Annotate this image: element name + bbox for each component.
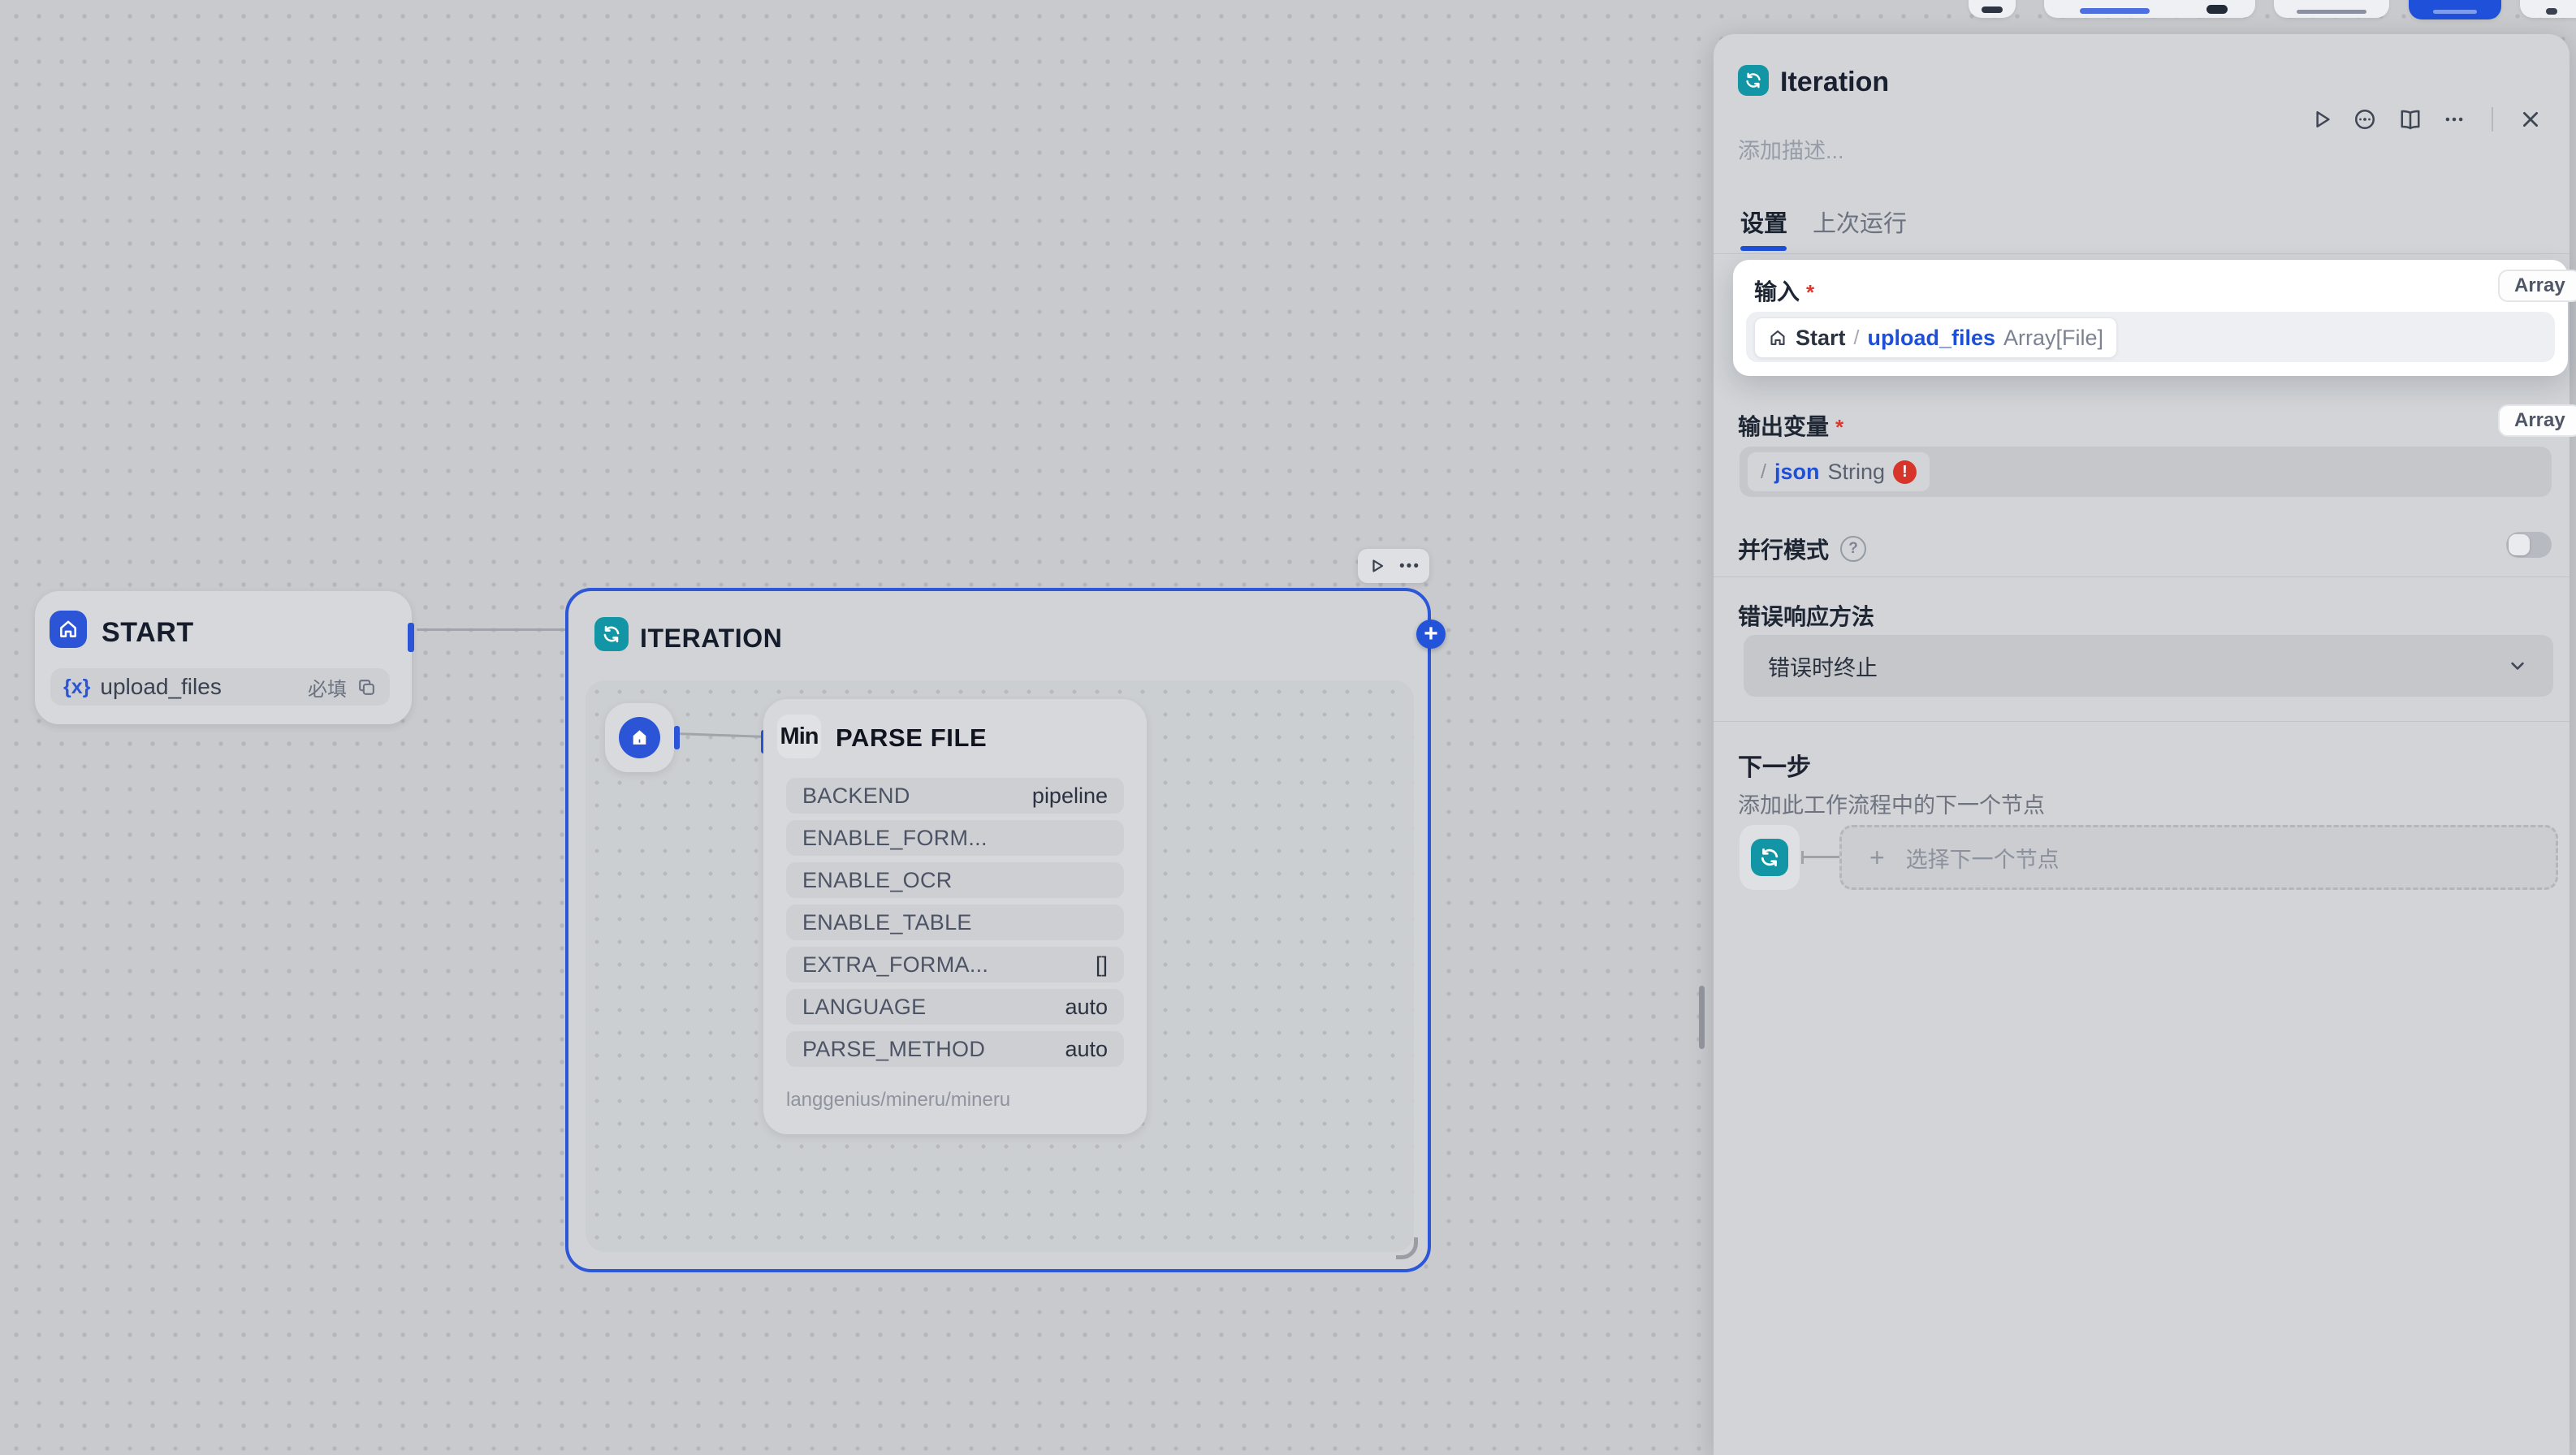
help-icon[interactable]: ?: [1840, 536, 1866, 562]
section-divider: [1714, 576, 2570, 577]
output-variable-chip[interactable]: / json String !: [1748, 452, 1930, 491]
canvas-scrollbar[interactable]: [1699, 986, 1705, 1049]
iteration-start-node[interactable]: [605, 703, 674, 772]
iteration-icon: [594, 617, 629, 651]
parse-file-row: ENABLE_TABLE: [786, 905, 1124, 940]
parse-file-row: PARSE_METHODauto: [786, 1031, 1124, 1067]
variable-name: json: [1774, 460, 1820, 485]
tab-settings[interactable]: 设置: [1740, 205, 1787, 239]
iteration-icon: [1738, 65, 1769, 96]
header-divider: [2492, 107, 2493, 132]
input-section-card: 输入* Array Start / upload_files Array[Fil…: [1733, 260, 2568, 376]
input-type-badge: Array: [2498, 270, 2576, 302]
iteration-resize-handle[interactable]: [1396, 1237, 1418, 1259]
input-variable-field[interactable]: Start / upload_files Array[File]: [1746, 312, 2555, 362]
toolbar-button-primary[interactable]: [2409, 0, 2501, 19]
toolbar-button-3-text: [2297, 10, 2366, 14]
error-method-selected: 错误时终止: [1768, 650, 1878, 682]
parallel-mode-toggle[interactable]: [2506, 532, 2552, 558]
next-step-label: 下一步: [1738, 747, 1811, 783]
toolbar-button-4[interactable]: [2520, 0, 2576, 18]
next-step-source-node: [1740, 825, 1800, 890]
tab-last-run[interactable]: 上次运行: [1813, 205, 1907, 239]
variable-prefix: /: [1761, 460, 1766, 484]
docs-icon[interactable]: [2396, 105, 2425, 134]
required-asterisk: *: [1835, 415, 1843, 439]
start-node-output-handle[interactable]: [408, 623, 414, 652]
iteration-start-output-handle[interactable]: [674, 726, 680, 749]
select-next-node-placeholder: 选择下一个节点: [1906, 842, 2060, 874]
focus-node-icon[interactable]: [2350, 105, 2379, 134]
toolbar-button-2-icon: [2206, 5, 2228, 14]
iteration-add-node-button[interactable]: +: [1416, 620, 1446, 649]
home-icon: [50, 611, 87, 648]
chevron-down-icon: [2506, 654, 2529, 677]
workflow-canvas[interactable]: START {x} upload_files 必填 ••• ITERATION …: [0, 0, 2576, 1455]
node-config-panel: Iteration 添加描述... 设置 上次运行 输入* Array: [1714, 34, 2570, 1455]
active-tab-underline: [1740, 246, 1787, 251]
parse-file-row: EXTRA_FORMA...[]: [786, 947, 1124, 982]
tabs-divider: [1714, 253, 2570, 254]
close-panel-icon[interactable]: [2516, 105, 2545, 134]
toolbar-button-4-icon: [2546, 8, 2557, 15]
more-icon[interactable]: •••: [1399, 559, 1420, 574]
error-method-label: 错误响应方法: [1738, 599, 1874, 632]
toolbar-button-2-text: [2080, 8, 2150, 14]
parse-file-node[interactable]: Min PARSE FILE BACKENDpipeline ENABLE_FO…: [763, 699, 1147, 1134]
error-icon: !: [1893, 460, 1917, 484]
toggle-knob: [2509, 534, 2530, 555]
error-method-dropdown[interactable]: 错误时终止: [1744, 635, 2553, 697]
select-next-node-button[interactable]: + 选择下一个节点: [1839, 825, 2558, 890]
variable-name: upload_files: [1867, 326, 1995, 351]
input-label: 输入*: [1754, 274, 1814, 307]
variable-x-icon: {x}: [63, 676, 90, 699]
variable-type: Array[File]: [2003, 326, 2103, 351]
next-step-description: 添加此工作流程中的下一个节点: [1738, 788, 2045, 819]
output-variable-field[interactable]: / json String !: [1740, 447, 2552, 497]
variable-node-name: Start: [1796, 326, 1846, 351]
description-input[interactable]: 添加描述...: [1738, 133, 1844, 165]
start-node-variable-row[interactable]: {x} upload_files 必填: [50, 668, 390, 706]
toolbar-button-2[interactable]: [2044, 0, 2255, 18]
required-asterisk: *: [1806, 280, 1814, 304]
next-step-connector: [1803, 856, 1839, 858]
parse-file-plugin-id: langgenius/mineru/mineru: [786, 1089, 1010, 1112]
toolbar-button-primary-text: [2433, 10, 2477, 14]
output-type-badge: Array: [2498, 404, 2576, 437]
mineru-logo: Min: [777, 715, 821, 758]
variable-separator: /: [1854, 326, 1860, 350]
parse-file-node-title: PARSE FILE: [836, 723, 987, 753]
toolbar-button-1[interactable]: [1969, 0, 2016, 18]
play-icon[interactable]: [1367, 556, 1386, 576]
toolbar-button-1-icon: [1982, 6, 2003, 13]
run-node-button[interactable]: [2306, 105, 2336, 134]
start-node[interactable]: START {x} upload_files 必填: [35, 591, 412, 724]
variable-type: String: [1827, 460, 1885, 485]
parallel-mode-label: 并行模式 ?: [1738, 533, 1866, 565]
home-icon: [1768, 328, 1787, 348]
start-node-title: START: [102, 617, 194, 649]
start-variable-name: upload_files: [100, 674, 221, 700]
iteration-start-home-icon: [619, 717, 660, 758]
parse-file-row: ENABLE_FORM...: [786, 820, 1124, 856]
output-label: 输出变量*: [1738, 409, 1843, 442]
iteration-icon: [1751, 839, 1788, 876]
edge-iterstart-to-parsefile: [680, 732, 762, 738]
panel-title: Iteration: [1780, 67, 1889, 98]
iteration-node[interactable]: ITERATION + Min PARSE FILE BACKENDpipeli…: [565, 588, 1431, 1272]
iteration-body[interactable]: Min PARSE FILE BACKENDpipeline ENABLE_FO…: [586, 680, 1414, 1252]
parse-file-row: ENABLE_OCR: [786, 862, 1124, 898]
section-divider: [1714, 721, 2570, 722]
edge-start-to-iteration: [417, 628, 566, 631]
panel-more-icon[interactable]: [2440, 105, 2469, 134]
required-label: 必填: [308, 673, 347, 702]
input-variable-chip[interactable]: Start / upload_files Array[File]: [1754, 317, 2117, 358]
copy-icon[interactable]: [357, 677, 377, 697]
parse-file-row: LANGUAGEauto: [786, 989, 1124, 1025]
iteration-node-title: ITERATION: [640, 624, 782, 654]
plus-icon: +: [1869, 843, 1885, 873]
toolbar-button-3[interactable]: [2274, 0, 2389, 18]
parse-file-row: BACKENDpipeline: [786, 778, 1124, 814]
iteration-node-toolbar[interactable]: •••: [1358, 549, 1429, 583]
